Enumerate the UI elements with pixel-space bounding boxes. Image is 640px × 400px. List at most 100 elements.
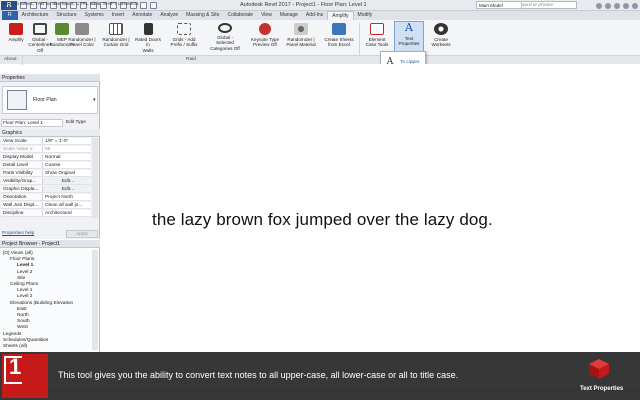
prop-key: Detail Level [1, 162, 43, 169]
browser-item[interactable]: Level 1 [17, 288, 32, 293]
prop-value[interactable]: Clean all wall jo... [43, 202, 91, 209]
panel-color-label: Randomizer | Panel Color [68, 37, 96, 48]
prop-key: View Scale [1, 138, 43, 145]
project-browser-header: Project Browser - Project1 [0, 240, 100, 248]
close-icon[interactable] [632, 2, 638, 9]
prop-value: 96 [43, 146, 91, 153]
prop-row[interactable]: Wall Join Displ... Clean all wall jo... [1, 202, 91, 209]
customize-qat-icon[interactable] [150, 2, 157, 9]
tab-collaborate[interactable]: Collaborate [223, 11, 257, 20]
tab-file[interactable]: R [2, 11, 18, 20]
panel-material-button[interactable]: Randomizer | Panel Material [286, 23, 316, 56]
browser-item[interactable]: Level 2 [17, 270, 32, 275]
infocenter-search-icon[interactable] [596, 2, 602, 9]
tab-massing-site[interactable]: Massing & Site [182, 11, 223, 20]
panel-color-icon [75, 23, 89, 35]
properties-scrollbar[interactable] [92, 138, 98, 218]
prop-value[interactable]: Project North [43, 194, 91, 201]
prop-row[interactable]: Visibility/Grap... Edit... [1, 178, 91, 185]
categories-off-button[interactable]: Global - Selected Categories Off [210, 23, 240, 56]
browser-item[interactable]: Elevations (Building Elevation [10, 301, 73, 306]
tab-annotate[interactable]: Annotate [128, 11, 156, 20]
browser-item[interactable]: Floor Plans [10, 257, 34, 262]
text-properties-button[interactable]: A Text Properties [394, 21, 424, 54]
tab-architecture[interactable]: Architecture [18, 11, 53, 20]
type-selector[interactable]: Floor Plan ▾ [2, 86, 98, 114]
tab-structure[interactable]: Structure [52, 11, 80, 20]
prop-value[interactable]: Show Original [43, 170, 91, 177]
apply-button[interactable]: Apply [66, 230, 98, 238]
browser-item[interactable]: Sheets (all) [3, 344, 27, 349]
curtain-grid-button[interactable]: Randomizer | Curtain Grid [101, 23, 131, 56]
grids-prefix-label: Grids - Add Prefix / Suffix [170, 37, 198, 48]
browser-item[interactable]: West [17, 325, 28, 330]
window-title: Autodesk Revit 2017 - Project1 - Floor P… [240, 2, 367, 8]
rated-doors-button[interactable]: Rated Doors in Walls [133, 23, 163, 56]
properties-help-link[interactable]: Properties help [2, 231, 34, 236]
prop-value[interactable]: 1/8" = 1'-0" [43, 138, 91, 145]
create-sheets-button[interactable]: Create Sheets from Excel [324, 23, 354, 56]
create-worksets-button[interactable]: Create Worksets [426, 23, 456, 56]
element-case-tools-label: Element Case Tools [365, 37, 389, 48]
prop-key: Parts Visibility [1, 170, 43, 177]
sign-in-icon[interactable] [605, 2, 611, 9]
graphics-group-header: Graphics [0, 129, 100, 137]
prop-value[interactable]: Coarse [43, 162, 91, 169]
keynote-icon [259, 23, 271, 35]
prop-row[interactable]: Graphic Displa... Edit... [1, 186, 91, 193]
browser-item[interactable]: Legends [3, 332, 21, 337]
browser-item[interactable]: Level 1 [17, 263, 33, 268]
project-browser: Project Browser - Project1 [O] Views (al… [0, 240, 100, 352]
prop-row[interactable]: Parts Visibility Show Original [1, 170, 91, 177]
browser-item[interactable]: Level 2 [17, 294, 32, 299]
browser-item[interactable]: South [17, 319, 30, 324]
prop-key: Wall Join Displ... [1, 202, 43, 209]
prop-row[interactable]: Detail Level Coarse [1, 162, 91, 169]
properties-panel: Properties Floor Plan ▾ Floor Plan: Leve… [0, 74, 100, 239]
switch-windows-icon[interactable] [140, 2, 147, 9]
prop-row: Scale Value 1: 96 [1, 146, 91, 153]
panel-color-button[interactable]: Randomizer | Panel Color [67, 23, 97, 56]
browser-item[interactable]: East [17, 307, 27, 312]
text-a-icon: A [405, 21, 413, 34]
drawing-canvas[interactable] [101, 64, 640, 352]
tab-amplify[interactable]: Amplify [327, 11, 354, 20]
keynote-preview-button[interactable]: Keynote Type Preview Off [250, 23, 280, 56]
browser-item[interactable]: Ceiling Plans [10, 282, 38, 287]
tab-modify[interactable]: Modify [354, 11, 377, 20]
edit-type-button[interactable]: Edit Type [66, 119, 98, 127]
panel-title-raid: Raid [186, 57, 196, 62]
prop-row[interactable]: View Scale 1/8" = 1'-0" [1, 138, 91, 145]
tab-view[interactable]: View [257, 11, 276, 20]
worksets-icon [434, 23, 448, 35]
tab-manage[interactable]: Manage [276, 11, 302, 20]
prop-key: Visibility/Grap... [1, 178, 43, 185]
prop-row[interactable]: Display Model Normal [1, 154, 91, 161]
browser-item[interactable]: North [17, 313, 29, 318]
cube-logo-icon [589, 359, 609, 379]
model-selector[interactable]: Main Model [476, 1, 522, 9]
tab-systems[interactable]: Systems [81, 11, 108, 20]
prop-value[interactable]: Architectural [43, 210, 91, 217]
prop-row[interactable]: Discipline Architectural [1, 210, 91, 217]
curtain-grid-label: Randomizer | Curtain Grid [102, 37, 130, 48]
prop-key: Orientation [1, 194, 43, 201]
instance-selector[interactable]: Floor Plan: Level 1 [1, 119, 63, 127]
text-note[interactable]: the lazy brown fox jumped over the lazy … [152, 210, 493, 230]
edit-visibility-button[interactable]: Edit... [43, 178, 91, 185]
help-icon[interactable] [614, 2, 620, 9]
edit-graphic-display-button[interactable]: Edit... [43, 186, 91, 193]
grids-prefix-button[interactable]: Grids - Add Prefix / Suffix [169, 23, 199, 56]
minimize-icon[interactable] [623, 2, 629, 9]
tab-analyze[interactable]: Analyze [156, 11, 182, 20]
tab-add-ins[interactable]: Add-Ins [302, 11, 327, 20]
prop-key: Discipline [1, 210, 43, 217]
browser-scrollbar[interactable] [92, 250, 98, 350]
browser-item[interactable]: [O] Views (all) [3, 251, 33, 256]
tab-insert[interactable]: Insert [108, 11, 129, 20]
prop-row[interactable]: Orientation Project North [1, 194, 91, 201]
browser-item[interactable]: Site [17, 276, 25, 281]
browser-item[interactable]: Schedules/Quantities [3, 338, 48, 343]
prop-value[interactable]: Normal [43, 154, 91, 161]
ribbon-tabs: R Architecture Structure Systems Insert … [0, 11, 640, 20]
